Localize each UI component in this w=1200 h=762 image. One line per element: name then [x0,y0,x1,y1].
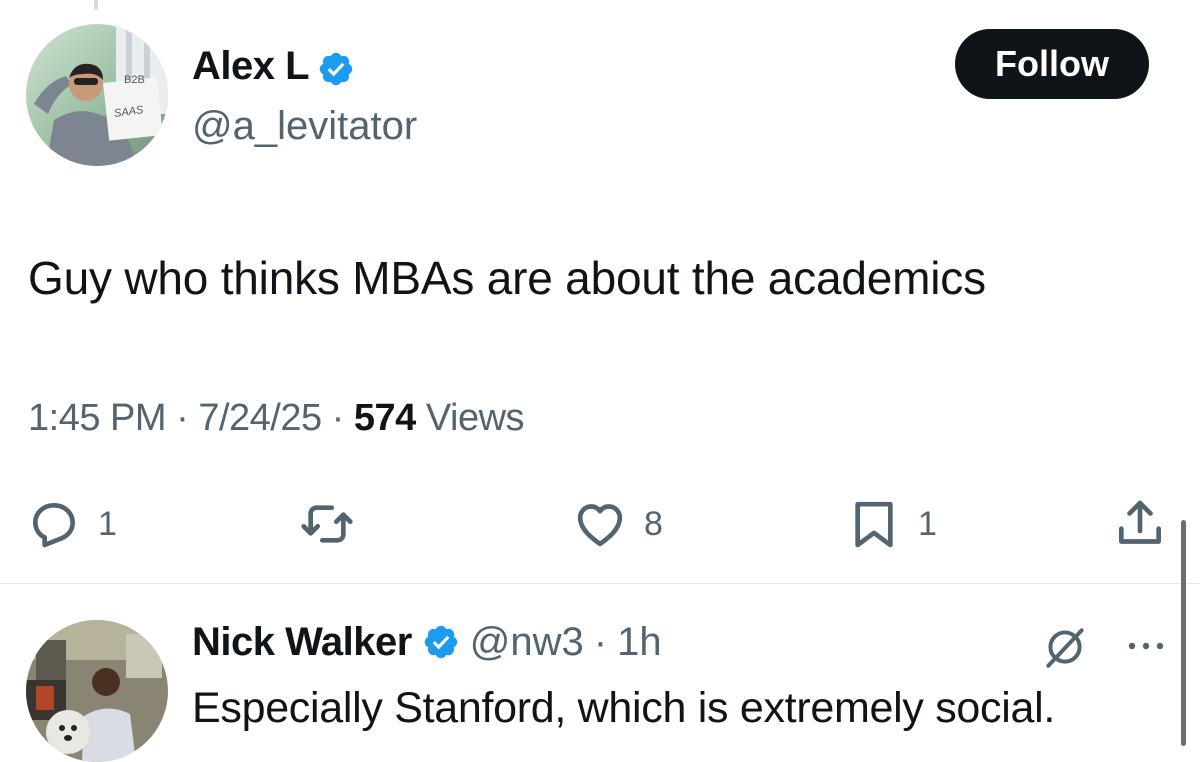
views-label: Views [425,397,525,439]
share-button[interactable] [1112,494,1168,554]
reply-icon [33,503,75,548]
bookmark-button[interactable]: 1 [846,494,937,554]
author-avatar[interactable]: B2B SAAS [26,24,168,166]
reply-count: 1 [98,504,117,543]
share-icon [1119,500,1161,544]
like-count: 8 [644,504,663,543]
reply-button[interactable]: 1 [26,494,117,554]
reply-time[interactable]: 1h [617,614,662,670]
bookmark-count: 1 [918,504,937,543]
reply-header: Nick Walker @nw3 · 1h [192,614,662,670]
reply-avatar-photo [26,620,168,762]
tweet-date[interactable]: 7/24/25 [198,397,322,439]
verified-badge-icon [317,47,355,86]
meta-separator: · [176,397,189,439]
author-avatar-photo [26,24,168,166]
scrollbar[interactable] [1181,520,1186,746]
retweet-button[interactable] [296,494,358,554]
reply-author-name[interactable]: Nick Walker [192,614,412,670]
avatar-sign-top: B2B [124,74,145,86]
grok-icon[interactable] [1040,622,1090,672]
follow-button[interactable]: Follow [955,29,1149,99]
more-icon[interactable] [1124,628,1168,664]
author-handle[interactable]: @a_levitator [192,98,417,154]
author-name-row[interactable]: Alex L [192,38,355,94]
tweet-text: Guy who thinks MBAs are about the academ… [28,252,986,304]
tweet-divider [0,583,1200,584]
like-button[interactable]: 8 [572,494,663,554]
reply-author-handle[interactable]: @nw3 [470,614,584,670]
reply-author-avatar[interactable] [26,620,168,762]
reply-separator: · [593,620,608,664]
author-name[interactable]: Alex L [192,38,310,94]
scroll-hint [94,0,98,10]
meta-separator: · [331,397,345,439]
tweet-time[interactable]: 1:45 PM [28,397,167,439]
views-count: 574 [353,397,416,439]
reply-text: Especially Stanford, which is extremely … [192,684,1055,732]
retweet-icon [301,505,353,543]
verified-badge-icon [422,623,460,661]
heart-icon [577,504,623,547]
bookmark-icon [855,501,893,548]
tweet-meta: 1:45 PM · 7/24/25 · 574 Views [28,392,525,444]
